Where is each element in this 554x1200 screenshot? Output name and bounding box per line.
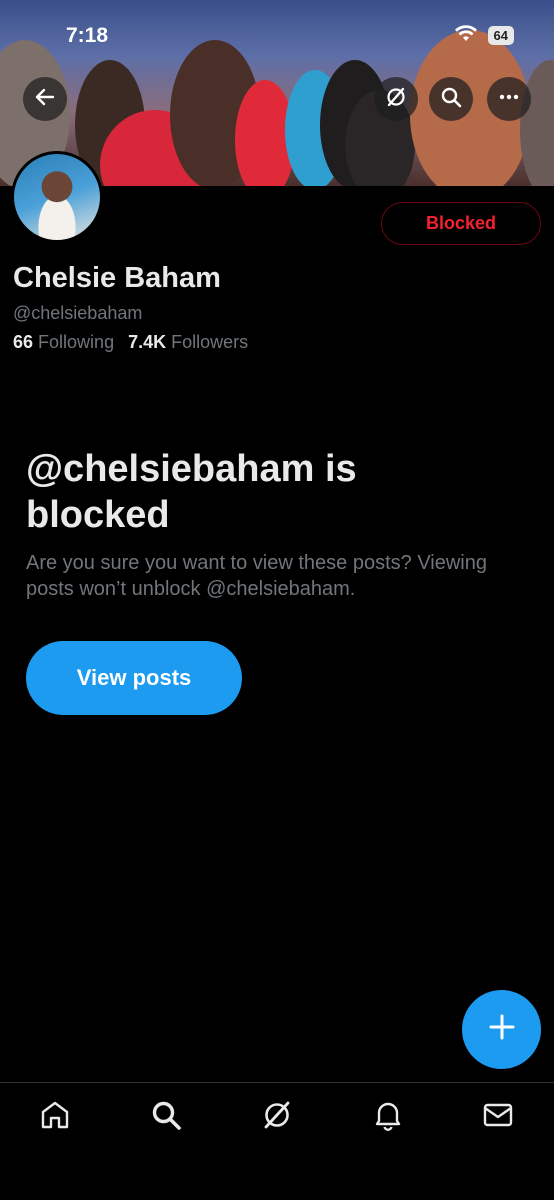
avatar[interactable] — [11, 151, 103, 243]
search-icon — [440, 86, 462, 113]
mail-icon — [481, 1098, 515, 1137]
battery-indicator: 64 — [487, 26, 514, 45]
search-button[interactable] — [429, 77, 473, 121]
grok-icon — [385, 86, 407, 113]
following-count: 66 — [13, 332, 34, 352]
following-link[interactable]: 66 Following — [13, 332, 114, 353]
grok-button[interactable] — [374, 77, 418, 121]
nav-notifications[interactable] — [368, 1097, 408, 1137]
banner-figure — [520, 60, 554, 186]
view-posts-button[interactable]: View posts — [26, 641, 242, 715]
search-icon — [149, 1098, 183, 1137]
status-time: 7:18 — [66, 24, 109, 47]
home-icon — [38, 1098, 72, 1137]
nav-grok[interactable] — [257, 1097, 297, 1137]
profile-name: Chelsie Baham — [13, 262, 221, 294]
nav-search[interactable] — [146, 1097, 186, 1137]
compose-button[interactable] — [462, 990, 541, 1069]
status-bar: 7:18 64 — [0, 0, 554, 70]
followers-label: Followers — [171, 332, 249, 352]
grok-icon — [260, 1098, 294, 1137]
back-button[interactable] — [23, 77, 67, 121]
bell-icon — [371, 1098, 405, 1137]
plus-icon — [488, 1013, 516, 1046]
follow-stats: 66 Following 7.4K Followers — [13, 332, 248, 353]
nav-home[interactable] — [35, 1097, 75, 1137]
blocked-description: Are you sure you want to view these post… — [26, 552, 487, 600]
wifi-icon — [454, 24, 478, 47]
bottom-nav — [0, 1082, 554, 1200]
arrow-left-icon — [34, 86, 56, 113]
following-label: Following — [38, 332, 115, 352]
blocked-title: @chelsiebaham is blocked — [26, 448, 357, 536]
status-icons: 64 — [454, 24, 514, 47]
followers-count: 7.4K — [128, 332, 167, 352]
blocked-button[interactable]: Blocked — [381, 202, 541, 245]
nav-messages[interactable] — [478, 1097, 518, 1137]
profile-handle: @chelsiebaham — [13, 303, 143, 323]
followers-link[interactable]: 7.4K Followers — [128, 332, 248, 353]
more-icon — [498, 86, 520, 113]
more-button[interactable] — [487, 77, 531, 121]
